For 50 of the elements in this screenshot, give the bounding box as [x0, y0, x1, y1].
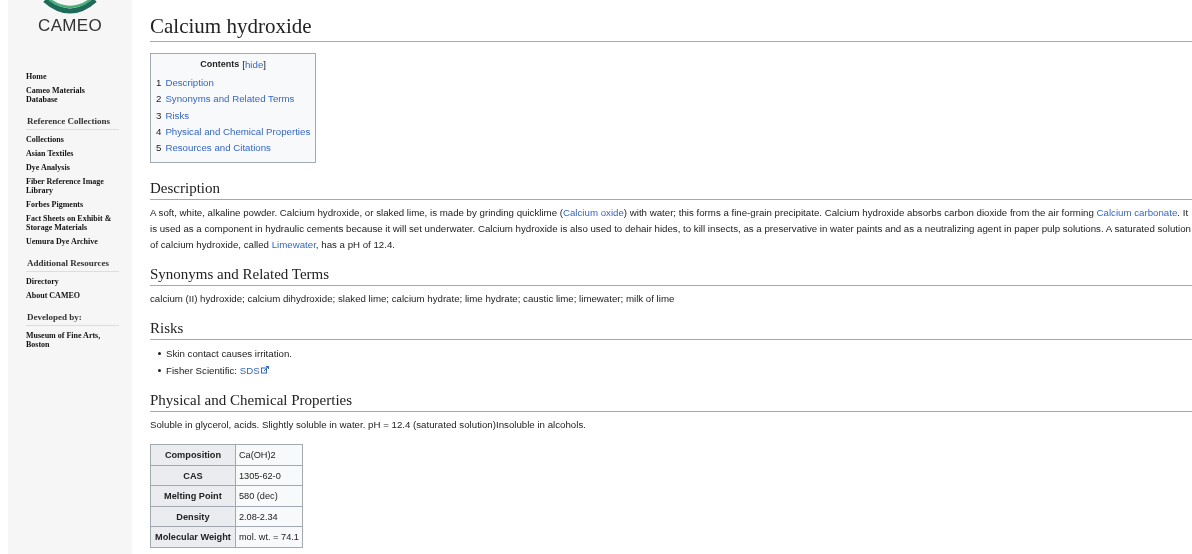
toc-number: 2	[156, 92, 162, 107]
sidebar-link[interactable]: Uemura Dye Archive	[26, 237, 98, 246]
sidebar-link[interactable]: Fiber Reference Image Library	[26, 177, 116, 195]
table-cell: Ca(OH)2	[235, 445, 303, 466]
paragraph: Soluble in glycerol, acids. Slightly soluble in water. pH = 12.4 (saturated solution)Insoluble in alcohols.	[150, 418, 587, 433]
logo-text: CAMEO	[38, 16, 102, 36]
link[interactable]: SDS	[239, 365, 269, 377]
section-heading: Synonyms and Related Terms	[150, 265, 1192, 287]
toc-link[interactable]: Physical and Chemical Properties	[165, 123, 311, 141]
toc-link[interactable]: Synonyms and Related Terms	[165, 91, 295, 108]
sidebar-heading: Developed by:	[26, 312, 119, 326]
toc-number: 3	[156, 108, 162, 123]
list-item: Skin contact causes irritation.	[166, 347, 292, 362]
sidebar-heading: Additional Resources	[26, 258, 119, 272]
toc-number: 4	[156, 124, 162, 139]
logo-icon	[42, 0, 98, 14]
contents-title: Contents	[200, 59, 240, 70]
table-header-cell: Density	[150, 506, 236, 527]
sidebar-heading: Reference Collections	[26, 116, 119, 130]
table-header-cell: CAS	[150, 465, 236, 486]
section-heading: Risks	[150, 319, 1192, 341]
sidebar-link[interactable]: Collections	[26, 135, 64, 144]
section-heading: Physical and Chemical Properties	[150, 391, 1192, 413]
sidebar-link[interactable]: Dye Analysis	[26, 163, 70, 172]
toc-link[interactable]: Risks	[165, 107, 190, 124]
toc-number: 5	[156, 141, 162, 156]
table-header-cell: Composition	[150, 445, 236, 466]
bullet-icon	[158, 352, 161, 356]
section-heading: Description	[150, 179, 1192, 201]
paragraph: calcium (II) hydroxide; calcium dihydroxide; slaked lime; calcium hydrate; lime hydrate; caustic lime; limewater; milk of lime	[150, 292, 676, 307]
hide-toggle[interactable]: [hide]	[242, 59, 266, 70]
link[interactable]: Limewater	[271, 239, 316, 251]
toc-link[interactable]: Resources and Citations	[165, 140, 271, 157]
table-header-cell: Melting Point	[150, 486, 236, 507]
sidebar-link[interactable]: Asian Textiles	[26, 149, 74, 158]
list-item: Fisher Scientific: SDS	[166, 362, 269, 380]
bullet-icon	[158, 369, 161, 373]
sidebar-link[interactable]: About CAMEO	[26, 291, 80, 300]
sidebar-link[interactable]: Directory	[26, 277, 59, 286]
sidebar-link[interactable]: Museum of Fine Arts, Boston	[26, 331, 116, 349]
link[interactable]: Calcium oxide	[563, 207, 624, 219]
toc-link[interactable]: Description	[165, 75, 214, 92]
sidebar-link[interactable]: Fact Sheets on Exhibit & Storage Materials	[26, 214, 116, 232]
paragraph: A soft, white, alkaline powder. Calcium hydroxide, or slaked lime, is made by grinding quicklime (Calcium oxide) with water; this forms a fine-grain precipitate. Calcium hydroxide absorbs carbon dioxide from the air forming Calcium carbonate. It is used as a component in hydraulic cements because it will set underwater. Calcium hydroxide is also used to dehair hides, to kill insects, as a preservative in water paints and as a neutralizing agent in paper pulp solutions. A saturated solution of calcium hydroxide, called Limewater, has a pH of 12.4.	[150, 206, 1192, 253]
sidebar-link[interactable]: Forbes Pigments	[26, 200, 84, 209]
page-title: Calcium hydroxide	[150, 13, 1192, 42]
sidebar-link[interactable]: Cameo Materials Database	[26, 86, 116, 104]
sidebar-link[interactable]: Home	[26, 72, 47, 81]
table-header-cell: Molecular Weight	[150, 527, 236, 548]
toc-number: 1	[156, 76, 162, 90]
